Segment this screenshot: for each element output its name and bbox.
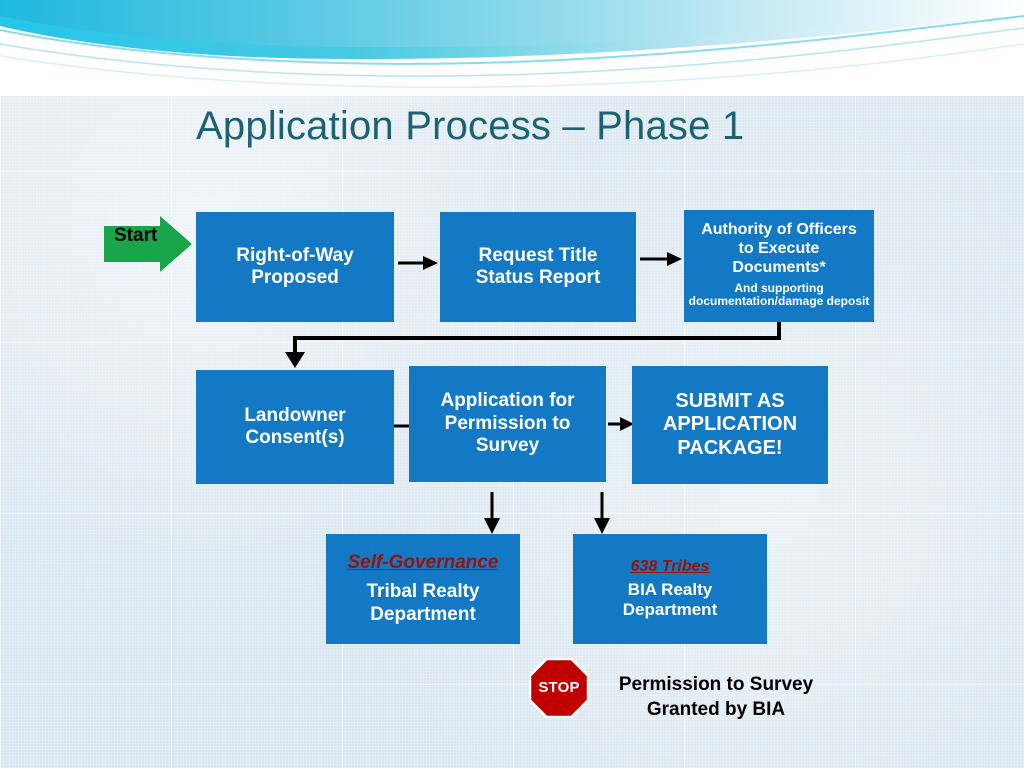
- box-638-tribes-bia-realty: 638 Tribes BIA Realty Department: [573, 534, 767, 644]
- box-line: Request Title: [478, 244, 598, 266]
- box-self-governance-tribal-realty: Self-Governance Tribal Realty Department: [326, 534, 520, 644]
- slide-canvas: Application Process – Phase 1 Start Righ…: [0, 0, 1024, 768]
- stop-sign-label: STOP: [538, 679, 580, 696]
- box-line: Survey: [475, 435, 540, 457]
- caption-line: Permission to Survey: [618, 674, 814, 695]
- box-right-of-way-proposed: Right-of-Way Proposed: [196, 212, 394, 322]
- box-line: Consent(s): [245, 427, 345, 448]
- box-application-permission-to-survey: Application for Permission to Survey: [409, 366, 606, 482]
- box-landowner-consents: Landowner Consent(s): [196, 370, 394, 484]
- box-authority-of-officers: Authority of Officers to Execute Documen…: [684, 210, 874, 322]
- box-line: PACKAGE!: [677, 436, 783, 459]
- header-wave-decoration: [0, 0, 1024, 96]
- box-line: Permission to: [444, 412, 571, 434]
- box-line: Department: [370, 603, 476, 625]
- box-subtext-line: documentation/damage deposit: [688, 294, 870, 309]
- box-line: APPLICATION: [662, 413, 798, 436]
- box-heading-emphasis: Self-Governance: [347, 551, 499, 573]
- caption-line: Granted by BIA: [646, 698, 786, 720]
- box-request-title-status-report: Request Title Status Report: [440, 212, 636, 322]
- box-line: to Execute: [738, 239, 820, 257]
- stop-sign-icon: STOP: [529, 658, 589, 718]
- box-line: Proposed: [251, 267, 339, 288]
- permission-granted-caption: Permission to Survey Granted by BIA: [592, 673, 840, 722]
- arrow-down-to-638-tribes: [591, 492, 613, 534]
- box-line: Authority of Officers: [701, 221, 857, 238]
- box-submit-application-package: SUBMIT AS APPLICATION PACKAGE!: [632, 366, 828, 484]
- box-line: Tribal Realty: [366, 581, 480, 603]
- box-line: SUBMIT AS: [675, 389, 785, 412]
- connector-authority-to-landowner: [280, 322, 790, 370]
- box-line: Status Report: [475, 267, 601, 288]
- arrow-title-status-to-authority: [640, 248, 682, 270]
- arrow-down-to-self-governance: [481, 492, 503, 534]
- box-subtext-line: And supporting: [734, 280, 824, 295]
- box-line: Application for: [440, 390, 575, 412]
- box-line: Documents*: [732, 258, 826, 276]
- box-line: Right-of-Way: [236, 244, 354, 266]
- box-heading-emphasis: 638 Tribes: [630, 557, 710, 575]
- arrow-permission-to-submit: [608, 414, 634, 434]
- box-line: Department: [622, 600, 718, 620]
- box-line: Landowner: [244, 404, 346, 426]
- page-title: Application Process – Phase 1: [196, 104, 745, 148]
- start-label: Start: [114, 225, 158, 246]
- arrow-right-of-way-to-title-status: [398, 252, 438, 274]
- box-line: BIA Realty: [627, 580, 713, 600]
